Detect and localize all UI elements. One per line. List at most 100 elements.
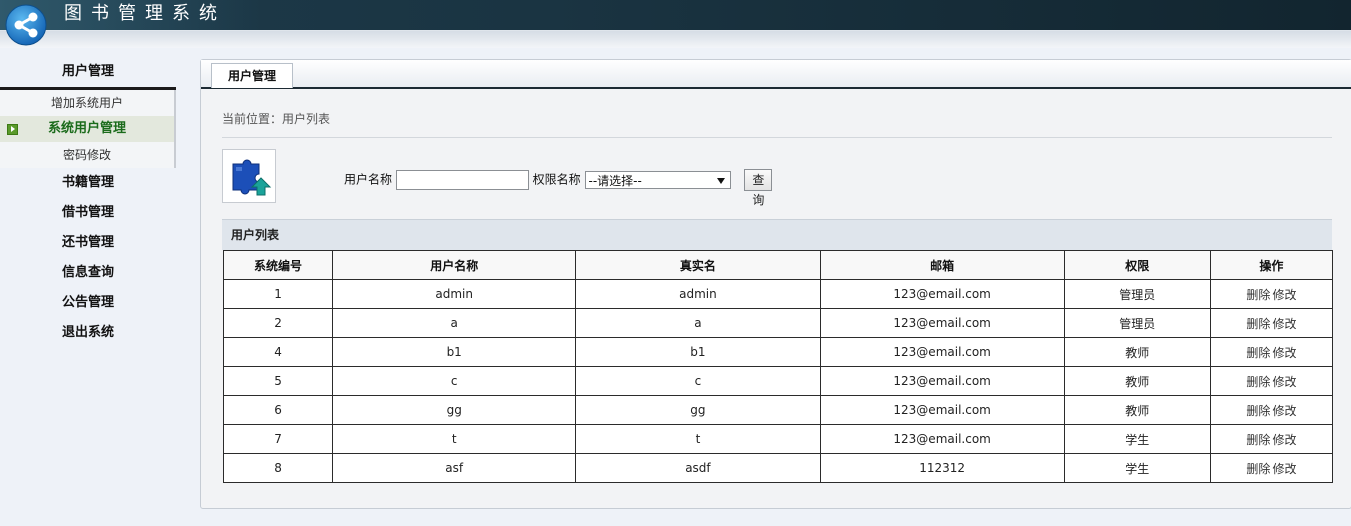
role-select[interactable]: --请选择-- [584,171,731,189]
main-panel: 用户管理 当前位置：用户列表 用户名称 权限名称 --请选择-- 查询 用户列表… [200,59,1351,509]
cell-username: gg [332,395,577,425]
cell-actions: 删除 修改 [1209,424,1334,454]
menu-notice-management[interactable]: 公告管理 [0,288,176,318]
cell-actions: 删除 修改 [1209,279,1334,309]
sidebar-item-user-management[interactable]: 系统用户管理 [0,116,174,142]
cell-actions: 删除 修改 [1209,453,1334,483]
column-header: 用户名称 [332,250,577,280]
column-header: 真实名 [575,250,821,280]
cell-id: 8 [222,453,334,483]
delete-link[interactable]: 删除 [1246,346,1270,360]
cell-actions: 删除 修改 [1209,337,1334,367]
cell-username: b1 [332,337,577,367]
cell-realname: gg [575,395,821,425]
cell-email: 123@email.com [819,395,1065,425]
edit-link[interactable]: 修改 [1272,317,1296,331]
cell-email: 123@email.com [819,279,1065,309]
edit-link[interactable]: 修改 [1272,346,1296,360]
cell-role: 学生 [1063,453,1211,483]
column-header: 系统编号 [222,250,334,280]
column-header: 权限 [1063,250,1211,280]
cell-realname: asdf [575,453,821,483]
table-header-row: 系统编号 用户名称 真实名 邮箱 权限 操作 [222,250,1334,280]
tab-user-management[interactable]: 用户管理 [211,63,293,88]
chevron-down-icon [716,178,725,184]
edit-link[interactable]: 修改 [1272,433,1296,447]
cell-realname: admin [575,279,821,309]
table-body: 1 admin admin 123@email.com 管理员 删除 修改 2 a a 123@em… [222,279,1334,483]
delete-link[interactable]: 删除 [1246,462,1270,476]
cell-username: admin [332,279,577,309]
cell-id: 4 [222,337,334,367]
cell-id: 2 [222,308,334,338]
header: 图书管理系统 [0,0,1351,48]
delete-link[interactable]: 删除 [1246,404,1270,418]
cell-email: 123@email.com [819,424,1065,454]
menu-logout[interactable]: 退出系统 [0,318,176,348]
table-row: 8 asf asdf 112312 学生 删除 修改 [222,453,1334,483]
app-title: 图书管理系统 [64,3,226,24]
cell-username: c [332,366,577,396]
edit-link[interactable]: 修改 [1272,462,1296,476]
cell-email: 123@email.com [819,366,1065,396]
menu-user-management[interactable]: 用户管理 [0,56,176,90]
cell-role: 管理员 [1063,279,1211,309]
role-label: 权限名称 [532,172,581,187]
cell-role: 学生 [1063,424,1211,454]
table-row: 4 b1 b1 123@email.com 教师 删除 修改 [222,337,1334,367]
list-header: 用户列表 [222,219,1332,250]
divider [222,137,1332,138]
column-header: 操作 [1209,250,1334,280]
table-row: 6 gg gg 123@email.com 教师 删除 修改 [222,395,1334,425]
cell-realname: b1 [575,337,821,367]
cell-email: 112312 [819,453,1065,483]
menu-book-management[interactable]: 书籍管理 [0,168,176,198]
edit-link[interactable]: 修改 [1272,404,1296,418]
sidebar-item-add-user[interactable]: 增加系统用户 [0,90,174,116]
cell-role: 教师 [1063,395,1211,425]
sidebar-item-label: 系统用户管理 [47,121,126,136]
cell-realname: t [575,424,821,454]
puzzle-upload-icon [222,149,276,203]
delete-link[interactable]: 删除 [1246,375,1270,389]
edit-link[interactable]: 修改 [1272,375,1296,389]
role-select-value: --请选择-- [588,174,642,188]
cell-id: 5 [222,366,334,396]
column-header: 邮箱 [819,250,1065,280]
cell-email: 123@email.com [819,337,1065,367]
cell-actions: 删除 修改 [1209,366,1334,396]
table-row: 7 t t 123@email.com 学生 删除 修改 [222,424,1334,454]
arrow-right-icon [7,124,18,135]
sidebar: 用户管理 增加系统用户 系统用户管理 密码修改 书籍管理 借书管理 还书管理 信… [0,56,176,348]
tab-bar: 用户管理 [201,60,1351,89]
cell-actions: 删除 修改 [1209,308,1334,338]
menu-info-query[interactable]: 信息查询 [0,258,176,288]
username-label: 用户名称 [344,172,393,187]
menu-borrow-management[interactable]: 借书管理 [0,198,176,228]
cell-id: 1 [222,279,334,309]
cell-realname: a [575,308,821,338]
menu-return-management[interactable]: 还书管理 [0,228,176,258]
cell-email: 123@email.com [819,308,1065,338]
table-row: 5 c c 123@email.com 教师 删除 修改 [222,366,1334,396]
username-input[interactable] [395,170,529,190]
query-button[interactable]: 查询 [744,169,773,207]
delete-link[interactable]: 删除 [1246,317,1270,331]
sidebar-item-change-password[interactable]: 密码修改 [0,142,174,168]
cell-actions: 删除 修改 [1209,395,1334,425]
submenu: 增加系统用户 系统用户管理 密码修改 [0,90,176,168]
table-row: 1 admin admin 123@email.com 管理员 删除 修改 [222,279,1334,309]
delete-link[interactable]: 删除 [1246,433,1270,447]
user-table: 系统编号 用户名称 真实名 邮箱 权限 操作 1 admin admin 123@em… [222,250,1334,483]
cell-role: 管理员 [1063,308,1211,338]
cell-id: 6 [222,395,334,425]
edit-link[interactable]: 修改 [1272,288,1296,302]
cell-id: 7 [222,424,334,454]
table-row: 2 a a 123@email.com 管理员 删除 修改 [222,308,1334,338]
cell-role: 教师 [1063,337,1211,367]
list-title: 用户列表 [231,228,280,242]
cell-username: a [332,308,577,338]
cell-realname: c [575,366,821,396]
share-network-icon [5,4,47,46]
delete-link[interactable]: 删除 [1246,288,1270,302]
